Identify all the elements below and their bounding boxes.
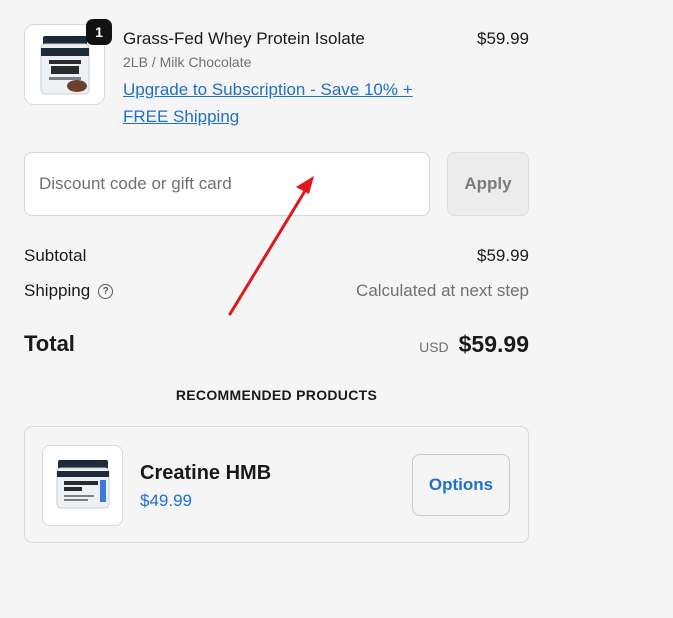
currency-code: USD	[419, 338, 449, 355]
subtotal-value: $59.99	[477, 246, 529, 265]
upgrade-subscription-link[interactable]: Upgrade to Subscription - Save 10% + FRE…	[123, 76, 443, 130]
product-title: Grass-Fed Whey Protein Isolate	[123, 29, 365, 48]
total-row: Total USD $59.99	[24, 329, 529, 359]
total-value: $59.99	[458, 330, 529, 357]
recommended-heading: RECOMMENDED PRODUCTS	[175, 387, 378, 403]
total-label: Total	[24, 331, 75, 356]
protein-tub-icon	[40, 35, 89, 94]
recommended-product-price: $49.99	[140, 491, 192, 510]
recommended-product-card: Creatine HMB $49.99 Options	[24, 426, 529, 543]
product-price: $59.99	[477, 29, 529, 48]
options-button[interactable]: Options	[412, 454, 510, 516]
product-image-creatine	[42, 445, 123, 526]
discount-code-input[interactable]	[24, 152, 430, 216]
shipping-value: Calculated at next step	[356, 281, 529, 300]
recommended-product-name: Creatine HMB	[140, 462, 272, 484]
shipping-row: Shipping ? Calculated at next step	[24, 280, 529, 302]
cart-line-item: 1 Grass-Fed Whey Protein Isolate 2LB / M…	[24, 19, 529, 130]
question-circle-icon[interactable]: ?	[98, 283, 114, 299]
quantity-badge: 1	[86, 19, 112, 45]
subtotal-label: Subtotal	[24, 246, 87, 265]
total-value-group: USD $59.99	[419, 331, 529, 358]
shipping-label: Shipping	[24, 281, 91, 300]
apply-discount-button[interactable]: Apply	[447, 152, 529, 216]
subtotal-row: Subtotal $59.99	[24, 245, 529, 267]
shipping-label-group: Shipping ?	[24, 281, 114, 301]
creatine-tub-icon	[56, 459, 109, 508]
product-variant: 2LB / Milk Chocolate	[123, 54, 252, 70]
